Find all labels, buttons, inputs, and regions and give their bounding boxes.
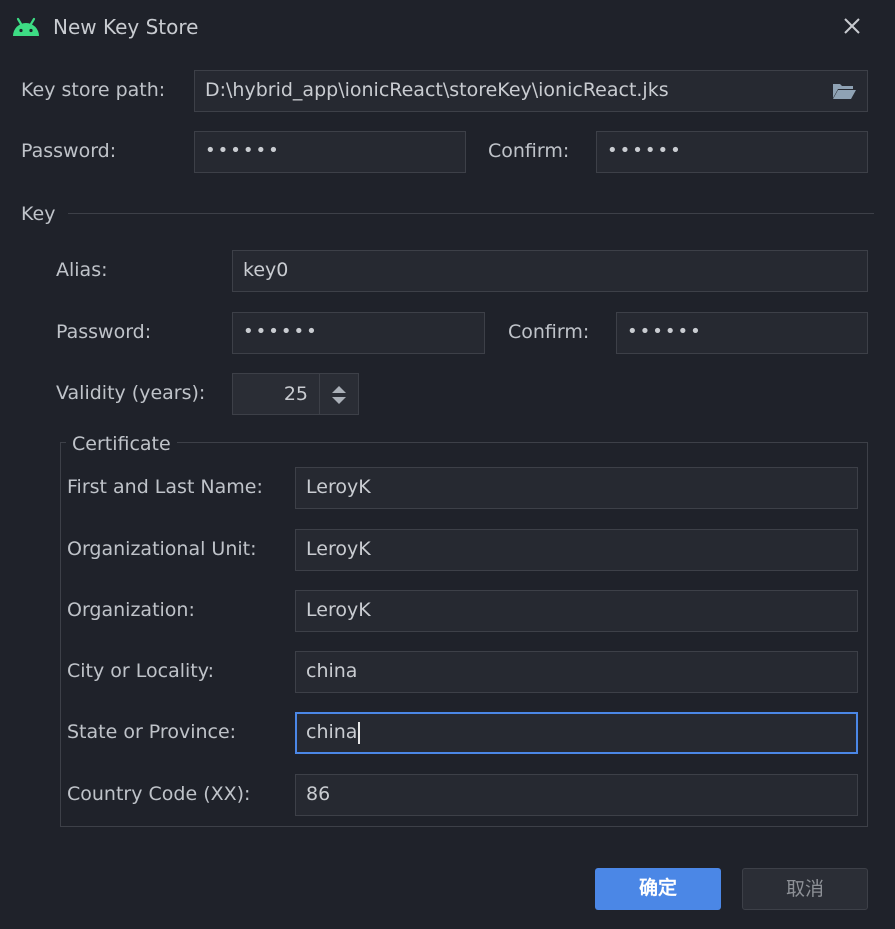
state-label: State or Province: xyxy=(67,721,237,743)
organizational-unit-value: LeroyK xyxy=(306,538,371,560)
first-last-name-label: First and Last Name: xyxy=(67,476,263,498)
city-field[interactable]: china xyxy=(295,651,858,693)
organization-label: Organization: xyxy=(67,599,195,621)
city-value: china xyxy=(306,660,358,682)
keystore-path-value: D:\hybrid_app\ionicReact\storeKey\ionicR… xyxy=(205,79,669,101)
keystore-confirm-label: Confirm: xyxy=(488,140,570,162)
close-icon[interactable] xyxy=(838,12,866,40)
key-password-value: •••••• xyxy=(243,321,319,342)
key-section-label: Key xyxy=(21,203,56,225)
key-section-divider xyxy=(68,213,874,214)
keystore-password-label: Password: xyxy=(21,140,117,162)
cancel-button[interactable]: 取消 xyxy=(742,868,868,910)
key-password-label: Password: xyxy=(56,321,152,343)
alias-field[interactable]: key0 xyxy=(232,250,868,292)
key-password-field[interactable]: •••••• xyxy=(232,312,485,354)
organization-field[interactable]: LeroyK xyxy=(295,590,858,632)
keystore-confirm-value: •••••• xyxy=(607,140,683,161)
keystore-password-value: •••••• xyxy=(205,140,281,161)
state-field[interactable]: china xyxy=(295,712,858,754)
alias-label: Alias: xyxy=(56,259,108,281)
keystore-path-label: Key store path: xyxy=(21,79,166,101)
folder-open-icon[interactable] xyxy=(830,79,858,103)
country-code-label: Country Code (XX): xyxy=(67,783,251,805)
organization-value: LeroyK xyxy=(306,599,371,621)
city-label: City or Locality: xyxy=(67,660,214,682)
state-value: china xyxy=(306,721,358,743)
organizational-unit-field[interactable]: LeroyK xyxy=(295,529,858,571)
key-confirm-label: Confirm: xyxy=(508,321,590,343)
country-code-field[interactable]: 86 xyxy=(295,774,858,816)
spinner-divider xyxy=(319,374,320,414)
keystore-path-field[interactable]: D:\hybrid_app\ionicReact\storeKey\ionicR… xyxy=(194,70,868,112)
validity-spinner[interactable]: 25 xyxy=(232,373,359,415)
ok-button[interactable]: 确定 xyxy=(595,868,721,910)
alias-value: key0 xyxy=(243,259,289,281)
android-icon xyxy=(11,14,41,40)
window-title: New Key Store xyxy=(53,15,199,39)
keystore-confirm-field[interactable]: •••••• xyxy=(596,131,868,173)
key-confirm-value: •••••• xyxy=(627,321,703,342)
key-confirm-field[interactable]: •••••• xyxy=(616,312,868,354)
text-cursor xyxy=(358,721,361,744)
first-last-name-value: LeroyK xyxy=(306,476,371,498)
first-last-name-field[interactable]: LeroyK xyxy=(295,467,858,509)
certificate-group-label: Certificate xyxy=(66,431,177,457)
country-code-value: 86 xyxy=(306,783,331,805)
keystore-password-field[interactable]: •••••• xyxy=(194,131,466,173)
up-down-arrows-icon[interactable] xyxy=(329,383,349,407)
organizational-unit-label: Organizational Unit: xyxy=(67,538,257,560)
validity-label: Validity (years): xyxy=(56,382,206,404)
validity-value: 25 xyxy=(283,383,308,405)
